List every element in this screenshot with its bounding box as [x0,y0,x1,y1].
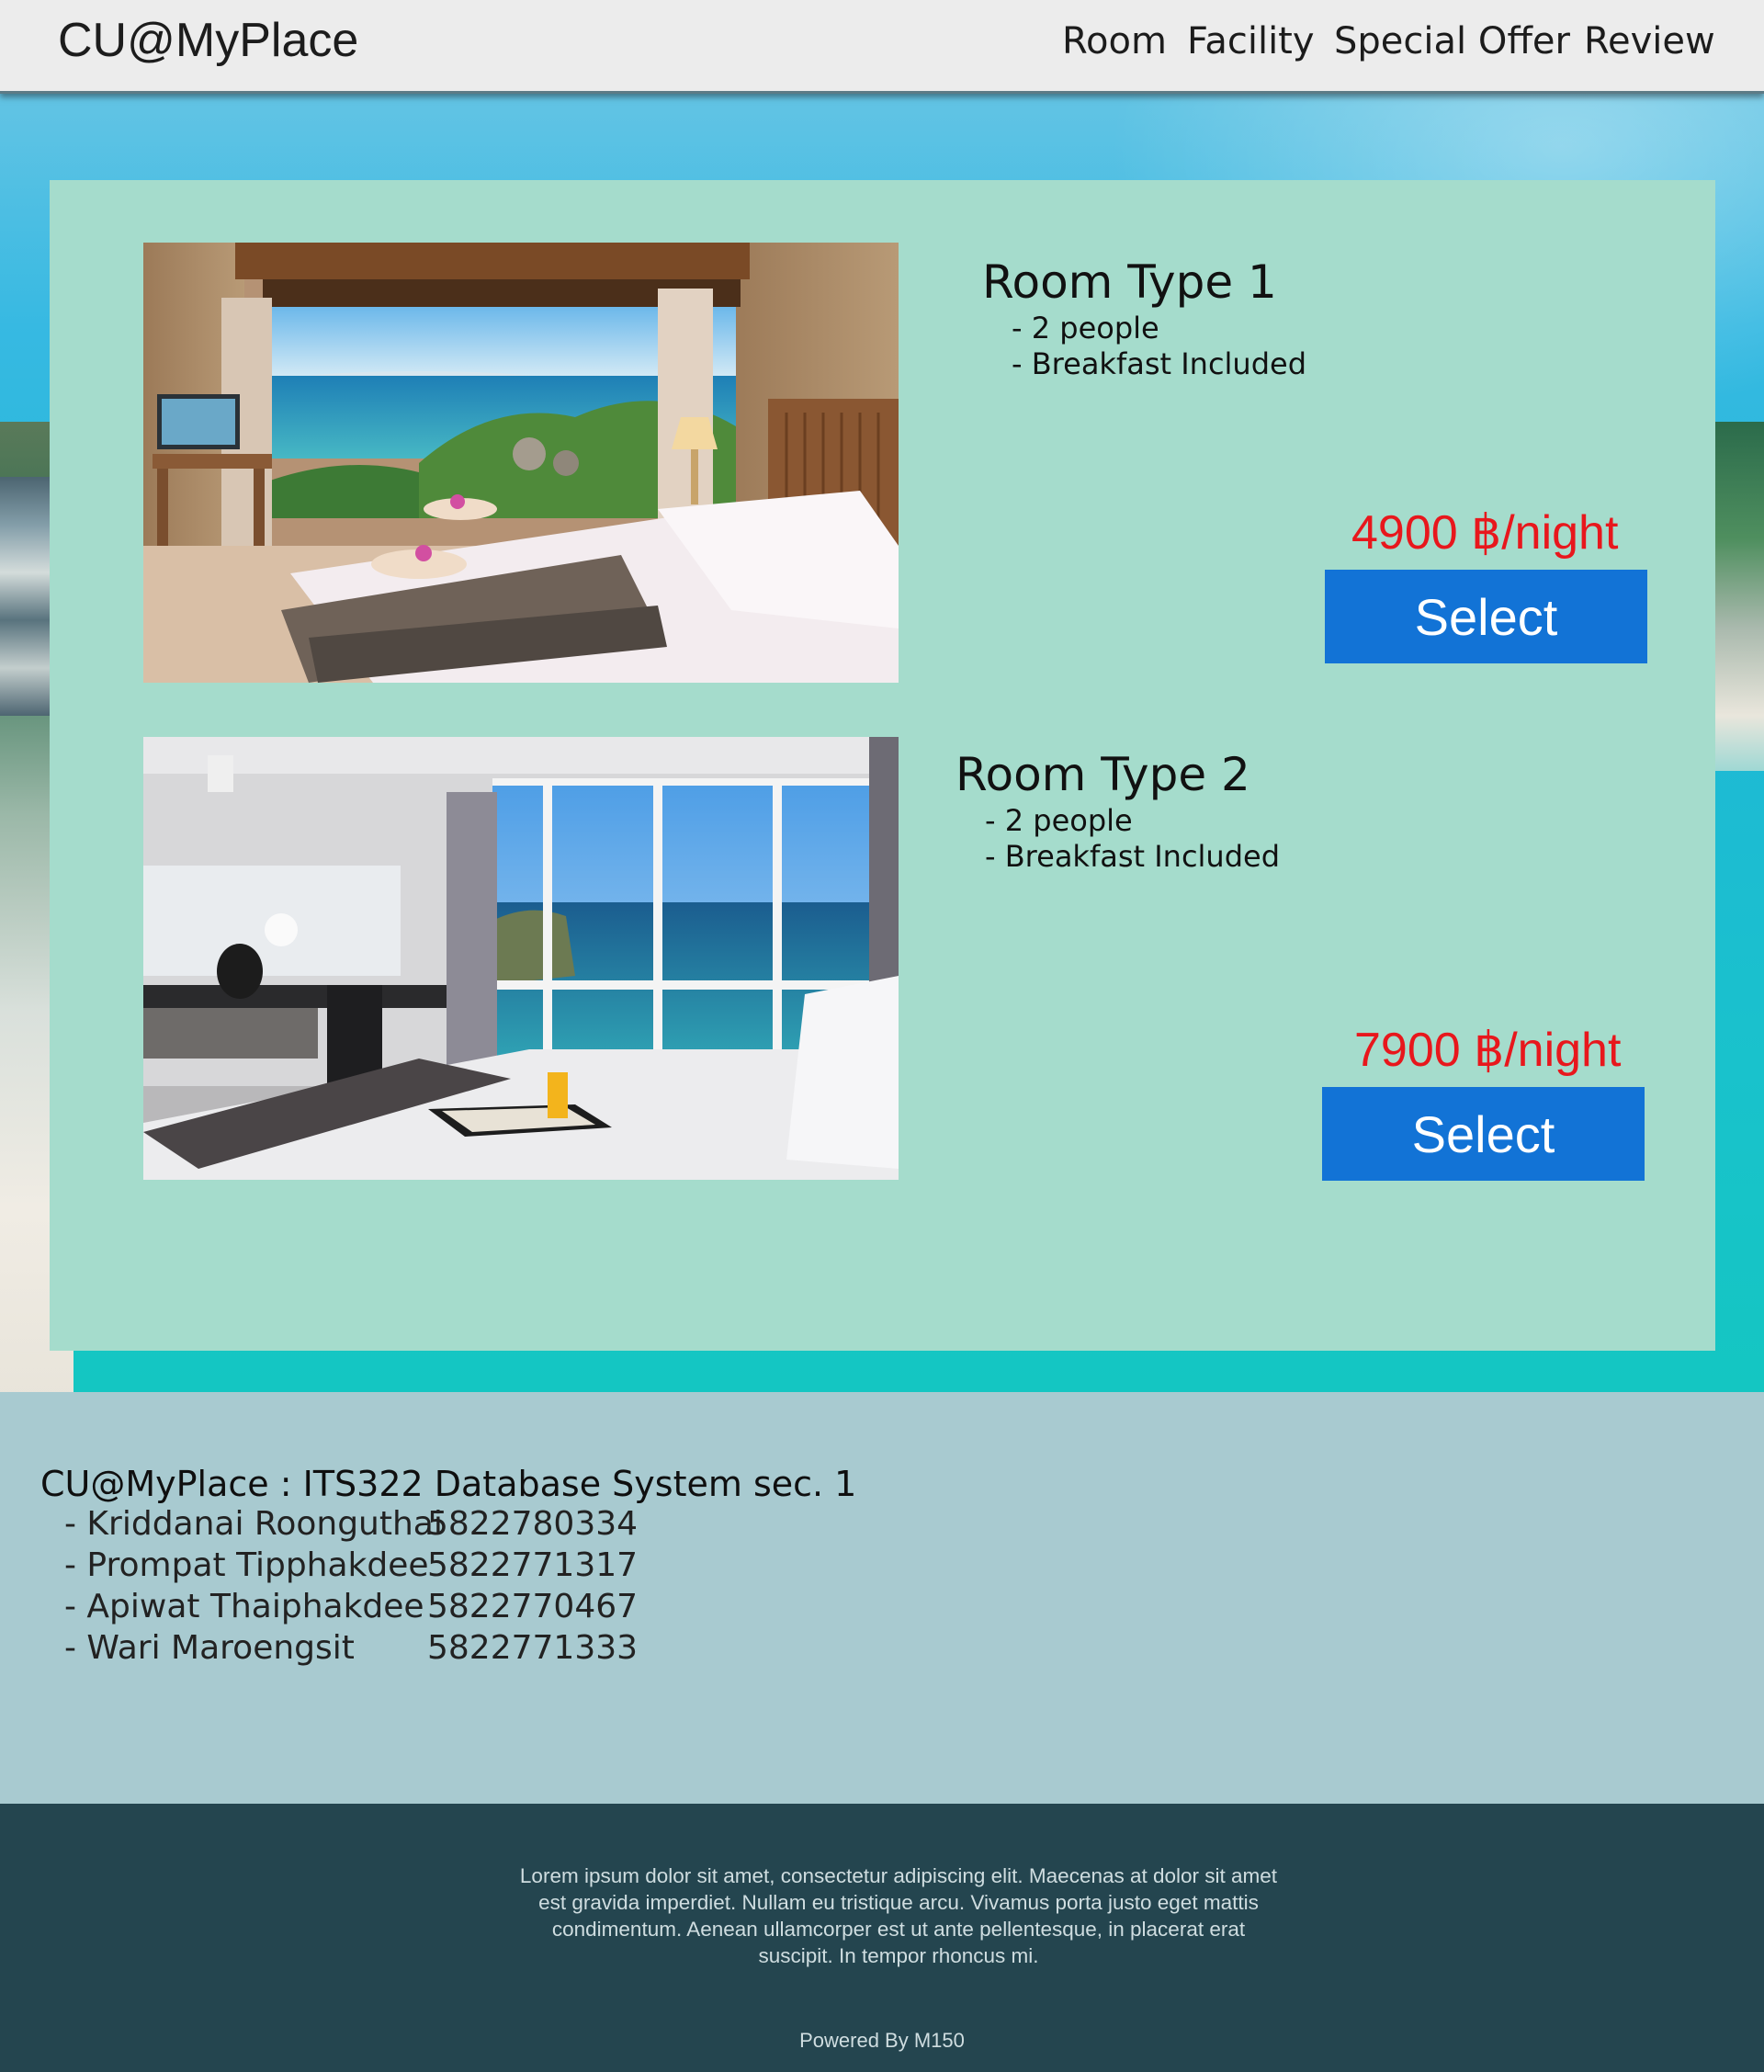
footer-powered-by: Powered By M150 [799,2029,965,2052]
room-2-title: Room Type 2 [956,748,1250,801]
hero-shoreline-right [1709,422,1764,716]
team-info-section: CU@MyPlace : ITS322 Database System sec.… [0,1392,1764,1804]
room-1-feature-breakfast: - Breakfast Included [1012,346,1307,381]
room-1-price: 4900 ฿/night [1351,506,1619,560]
nav-review[interactable]: Review [1584,20,1715,62]
member-id: 5822780334 [427,1505,639,1543]
member-name: - Apiwat Thaiphakdee [64,1588,424,1625]
room-1-select-button[interactable]: Select [1325,570,1647,663]
room-2-photo [143,737,899,1180]
nav-facility[interactable]: Facility [1187,20,1315,62]
room-2-price: 7900 ฿/night [1354,1024,1622,1077]
hero-sand-right [1709,716,1764,771]
member-id: 5822771333 [427,1629,639,1667]
room-list-panel: Room Type 1 - 2 people - Breakfast Inclu… [50,180,1715,1351]
member-id: 5822771317 [427,1546,639,1584]
nav-special-offer[interactable]: Special Offer [1334,20,1570,62]
room-1-photo [143,243,899,683]
brand-logo-link[interactable]: CU@MyPlace [58,13,358,68]
room-2-feature-breakfast: - Breakfast Included [985,839,1281,874]
room-2-select-button[interactable]: Select [1322,1087,1645,1181]
room-1-feature-capacity: - 2 people [1012,311,1159,345]
room-1-title: Room Type 1 [982,255,1277,309]
member-name: - Wari Maroengsit [64,1629,355,1667]
member-id: 5822770467 [427,1588,639,1625]
member-name: - Kriddanai Roonguthai [64,1505,443,1543]
member-name: - Prompat Tipphakdee [64,1546,429,1584]
room-2-feature-capacity: - 2 people [985,803,1133,838]
top-navbar: CU@MyPlace Room Facility Special Offer R… [0,0,1764,94]
nav-room[interactable]: Room [1062,20,1167,62]
footer-description: Lorem ipsum dolor sit amet, consectetur … [519,1864,1278,1967]
team-heading: CU@MyPlace : ITS322 Database System sec.… [40,1464,857,1504]
page-footer: Lorem ipsum dolor sit amet, consectetur … [0,1804,1764,2072]
